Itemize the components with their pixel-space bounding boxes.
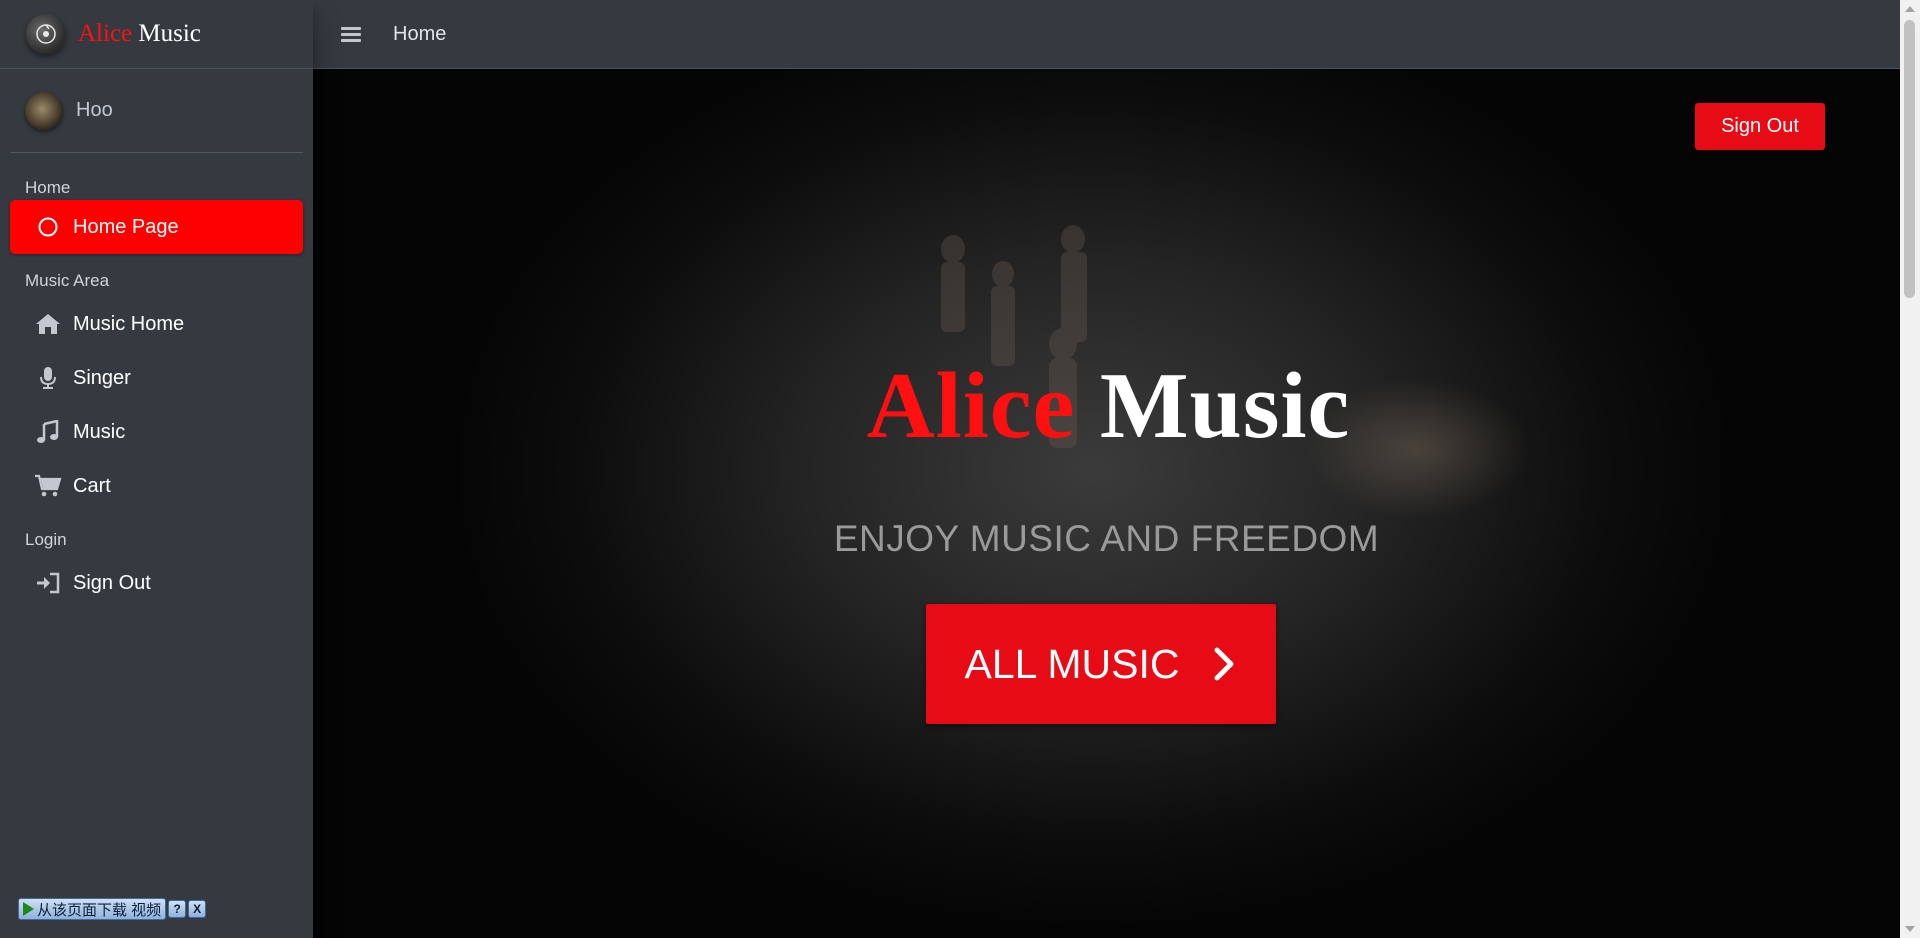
music-note-icon: [33, 420, 63, 444]
scroll-down-arrow-icon[interactable]: [1905, 926, 1915, 932]
hero-title: Alice Music: [313, 359, 1900, 453]
hero-subtitle: ENJOY MUSIC AND FREEDOM: [833, 518, 1380, 559]
brand-link[interactable]: Alice Music: [0, 0, 313, 69]
sidebar-item-sign-out[interactable]: Sign Out: [10, 556, 303, 610]
avatar: [25, 91, 63, 130]
house-icon: [33, 312, 63, 336]
microphone-icon: [33, 366, 63, 390]
nav-header-login: Login: [25, 530, 67, 549]
sidebar-item-singer[interactable]: Singer: [10, 351, 303, 405]
download-video-button[interactable]: 从该页面下载 视频: [18, 898, 167, 920]
page-scrollbar[interactable]: [1900, 0, 1920, 938]
sidebar-item-label: Music Home: [73, 312, 185, 335]
hero-title-red: Alice: [866, 354, 1076, 458]
sidebar-item-label: Sign Out: [73, 571, 151, 594]
sidebar-item-home-page[interactable]: Home Page: [10, 200, 303, 254]
video-download-bar: 从该页面下载 视频 ? X: [18, 897, 207, 921]
close-button[interactable]: X: [188, 900, 207, 918]
circle-icon: [33, 216, 63, 238]
top-navbar: Home: [313, 0, 1900, 69]
hero-banner: Sign Out Alice Music ENJOY MUSIC AND FRE…: [313, 69, 1900, 938]
hamburger-icon[interactable]: [341, 24, 361, 45]
user-panel[interactable]: Hoo: [10, 69, 303, 153]
nav-header-music-area: Music Area: [25, 271, 110, 290]
play-icon: [23, 902, 34, 916]
sign-in-icon: [33, 571, 63, 595]
chevron-right-icon: [1213, 646, 1237, 682]
sidebar: Alice Music Hoo Home Home Page Music Are…: [0, 0, 313, 938]
brand-name-red: Alice: [78, 20, 133, 47]
sign-out-button[interactable]: Sign Out: [1695, 103, 1825, 150]
brand-name-white: Music: [138, 20, 201, 47]
sidebar-item-music[interactable]: Music: [10, 405, 303, 459]
help-button[interactable]: ?: [168, 900, 187, 918]
hero-title-white: Music: [1099, 354, 1351, 458]
download-video-label: 从该页面下载 视频: [37, 901, 162, 919]
sidebar-item-music-home[interactable]: Music Home: [10, 297, 303, 351]
cart-icon: [33, 474, 63, 498]
sidebar-item-label: Cart: [73, 474, 111, 497]
nav-header-home: Home: [25, 178, 71, 197]
scroll-up-arrow-icon[interactable]: [1905, 6, 1915, 12]
top-nav-home-link[interactable]: Home: [393, 23, 446, 46]
sidebar-item-label: Music: [73, 420, 126, 443]
record-disc-icon: [26, 14, 66, 54]
sidebar-item-cart[interactable]: Cart: [10, 459, 303, 513]
sidebar-item-label: Singer: [73, 366, 131, 389]
scroll-thumb[interactable]: [1904, 20, 1915, 298]
sidebar-nav: Home Home Page Music Area Music Home Sin…: [0, 153, 313, 610]
all-music-label: ALL MUSIC: [964, 640, 1180, 687]
sidebar-item-label: Home Page: [73, 215, 179, 238]
all-music-button[interactable]: ALL MUSIC: [926, 604, 1276, 724]
brand-name: Alice Music: [78, 20, 201, 48]
user-name: Hoo: [76, 99, 113, 121]
